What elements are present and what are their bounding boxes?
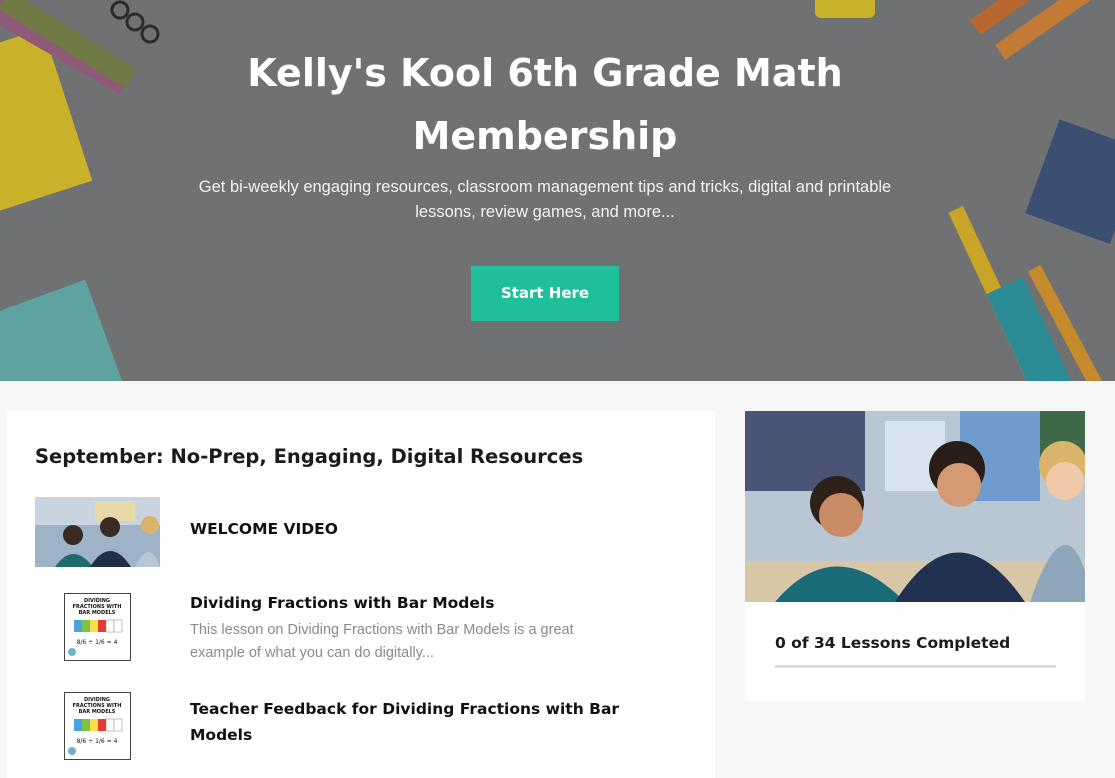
lesson-thumbnail-worksheet: DIVIDING FRACTIONS WITH BAR MODELS 8/6 ÷…	[64, 593, 131, 661]
lesson-title: WELCOME VIDEO	[190, 520, 338, 538]
lesson-item-dividing-fractions[interactable]: DIVIDING FRACTIONS WITH BAR MODELS 8/6 ÷…	[35, 587, 635, 667]
svg-text:BAR MODELS: BAR MODELS	[79, 709, 116, 715]
lesson-thumbnail-worksheet: DIVIDING FRACTIONS WITH BAR MODELS 8/6 ÷…	[64, 692, 131, 760]
lesson-title: Teacher Feedback for Dividing Fractions …	[190, 700, 620, 744]
hero-banner: Kelly's Kool 6th Grade Math Membership G…	[0, 0, 1115, 381]
svg-text:BAR MODELS: BAR MODELS	[79, 610, 116, 616]
progress-bar	[775, 665, 1056, 668]
lesson-thumbnail	[35, 497, 160, 567]
hero-content: Kelly's Kool 6th Grade Math Membership G…	[0, 0, 1115, 381]
start-here-button[interactable]: Start Here	[471, 266, 619, 321]
course-cover-image	[745, 411, 1085, 602]
lesson-title: Dividing Fractions with Bar Models	[190, 594, 495, 612]
progress-label: 0 of 34 Lessons Completed	[775, 634, 1011, 652]
hero-title: Kelly's Kool 6th Grade Math Membership	[247, 51, 843, 158]
hero-subtitle: Get bi-weekly engaging resources, classr…	[198, 178, 892, 221]
lesson-description: This lesson on Dividing Fractions with B…	[190, 622, 574, 661]
progress-card: 0 of 34 Lessons Completed	[745, 411, 1085, 701]
lesson-item-teacher-feedback[interactable]: DIVIDING FRACTIONS WITH BAR MODELS 8/6 ÷…	[35, 692, 635, 773]
section-title: September: No-Prep, Engaging, Digital Re…	[35, 445, 584, 468]
svg-text:8/6 ÷ 1/6 = 4: 8/6 ÷ 1/6 = 4	[77, 738, 118, 745]
lesson-item-welcome-video[interactable]: WELCOME VIDEO	[35, 497, 635, 567]
lessons-card: September: No-Prep, Engaging, Digital Re…	[6, 411, 715, 778]
svg-text:8/6 ÷ 1/6 = 4: 8/6 ÷ 1/6 = 4	[77, 639, 118, 646]
